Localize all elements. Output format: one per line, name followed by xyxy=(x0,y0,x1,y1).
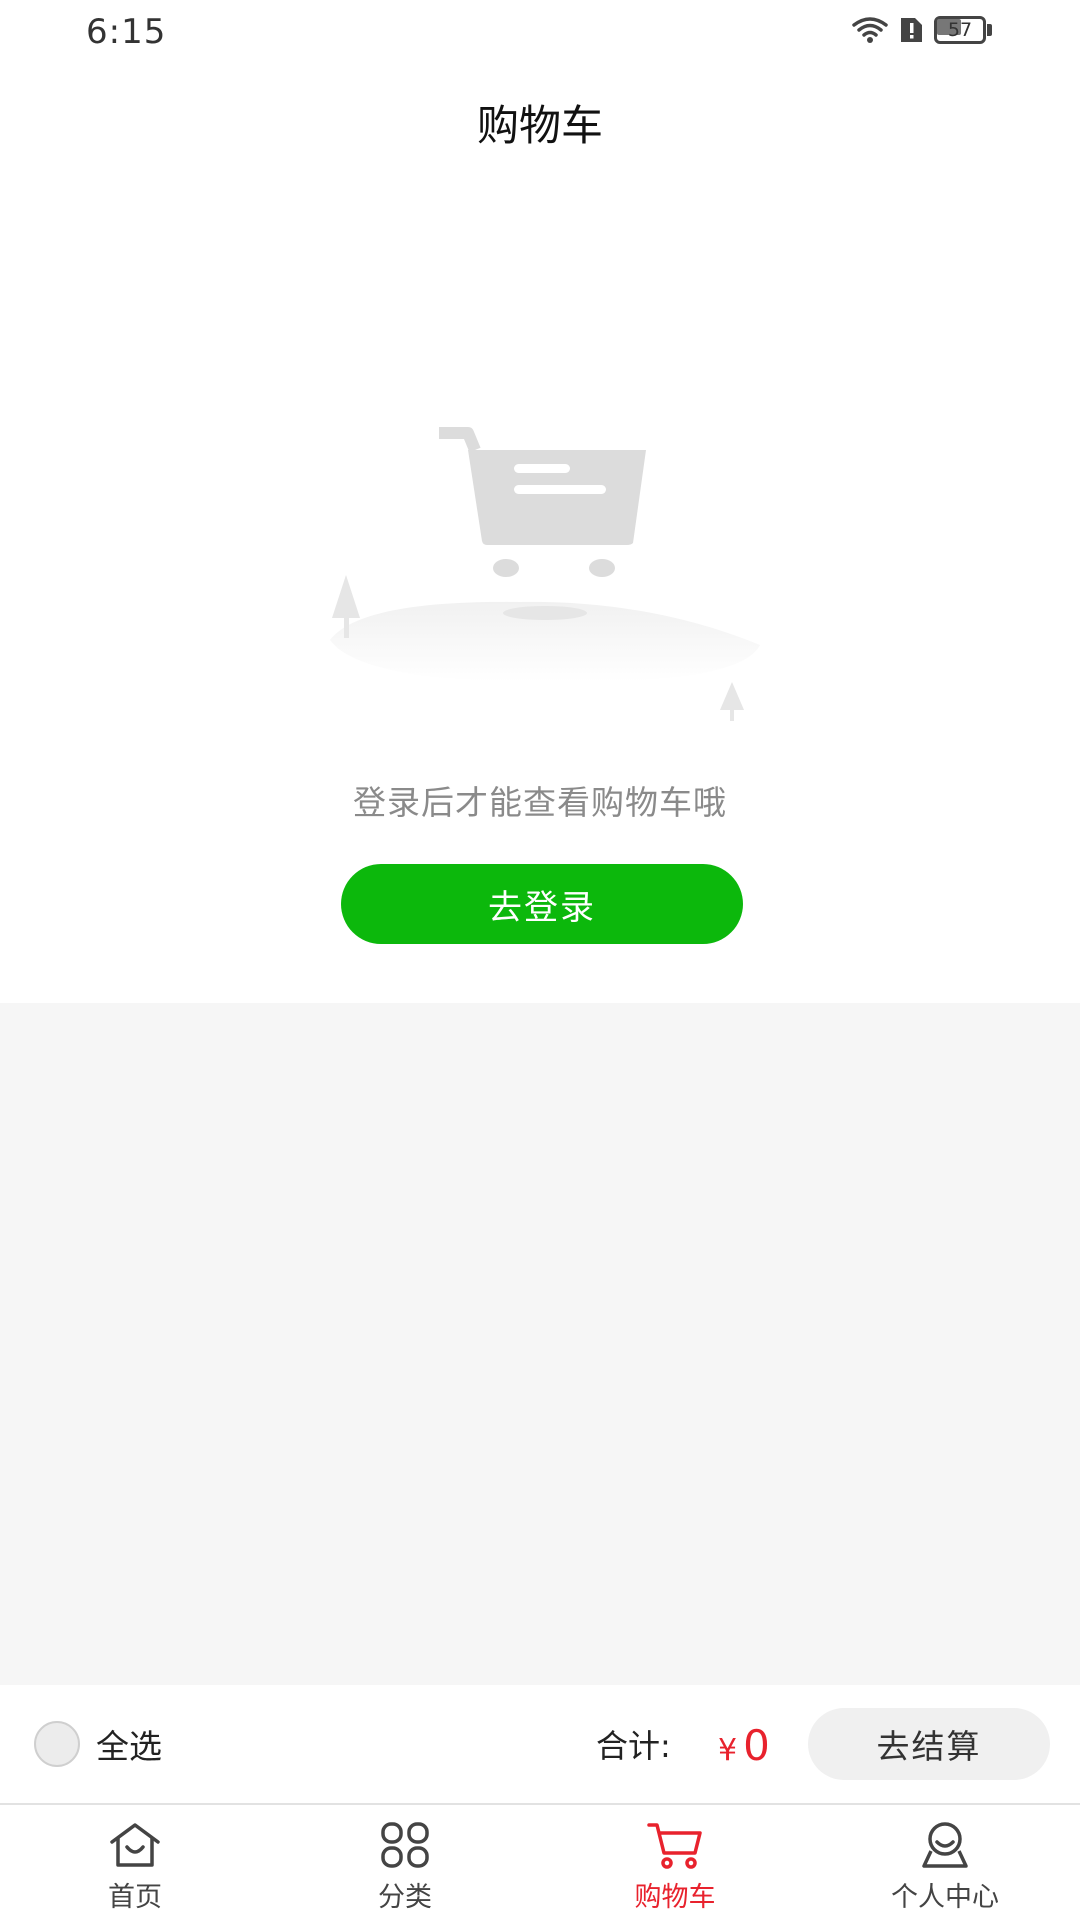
tab-cart[interactable]: 购物车 xyxy=(540,1805,810,1920)
tab-category[interactable]: 分类 xyxy=(270,1805,540,1920)
bottom-tab-bar: 首页 分类 购物车 个人中心 xyxy=(0,1803,1080,1920)
status-icons: 57 xyxy=(852,16,992,44)
login-button[interactable]: 去登录 xyxy=(341,864,743,944)
total-label: 合计: xyxy=(596,1727,671,1765)
battery-tip xyxy=(987,24,992,36)
tab-profile-label: 个人中心 xyxy=(891,1882,999,1913)
status-bar: 6:15 57 xyxy=(0,0,1080,70)
tab-home-label: 首页 xyxy=(108,1882,162,1913)
battery-level: 57 xyxy=(947,19,973,41)
cart-list-area xyxy=(0,1003,1080,1685)
total-value: 0 xyxy=(743,1721,770,1770)
user-icon xyxy=(916,1819,974,1871)
cart-icon xyxy=(646,1819,704,1871)
select-all-radio[interactable] xyxy=(34,1721,80,1767)
sim-alert-icon xyxy=(898,16,924,44)
battery-icon: 57 xyxy=(934,16,992,44)
select-all-toggle[interactable]: 全选 xyxy=(34,1685,162,1803)
wifi-icon xyxy=(852,16,888,44)
status-time: 6:15 xyxy=(86,12,167,52)
empty-cart-message: 登录后才能查看购物车哦 xyxy=(353,783,727,822)
tab-cart-label: 购物车 xyxy=(634,1882,716,1913)
empty-cart-illustration xyxy=(320,420,770,740)
total-price: ¥ 0 xyxy=(718,1685,770,1803)
page-title: 购物车 xyxy=(476,101,603,150)
cart-footer: 全选 合计: ¥ 0 去结算 xyxy=(0,1685,1080,1803)
tab-category-label: 分类 xyxy=(378,1882,432,1913)
currency-symbol: ¥ xyxy=(718,1733,738,1768)
tab-profile[interactable]: 个人中心 xyxy=(810,1805,1080,1920)
tab-home[interactable]: 首页 xyxy=(0,1805,270,1920)
select-all-label: 全选 xyxy=(96,1727,162,1766)
checkout-button[interactable]: 去结算 xyxy=(808,1708,1050,1780)
category-grid-icon xyxy=(376,1819,434,1871)
home-icon xyxy=(106,1819,164,1871)
